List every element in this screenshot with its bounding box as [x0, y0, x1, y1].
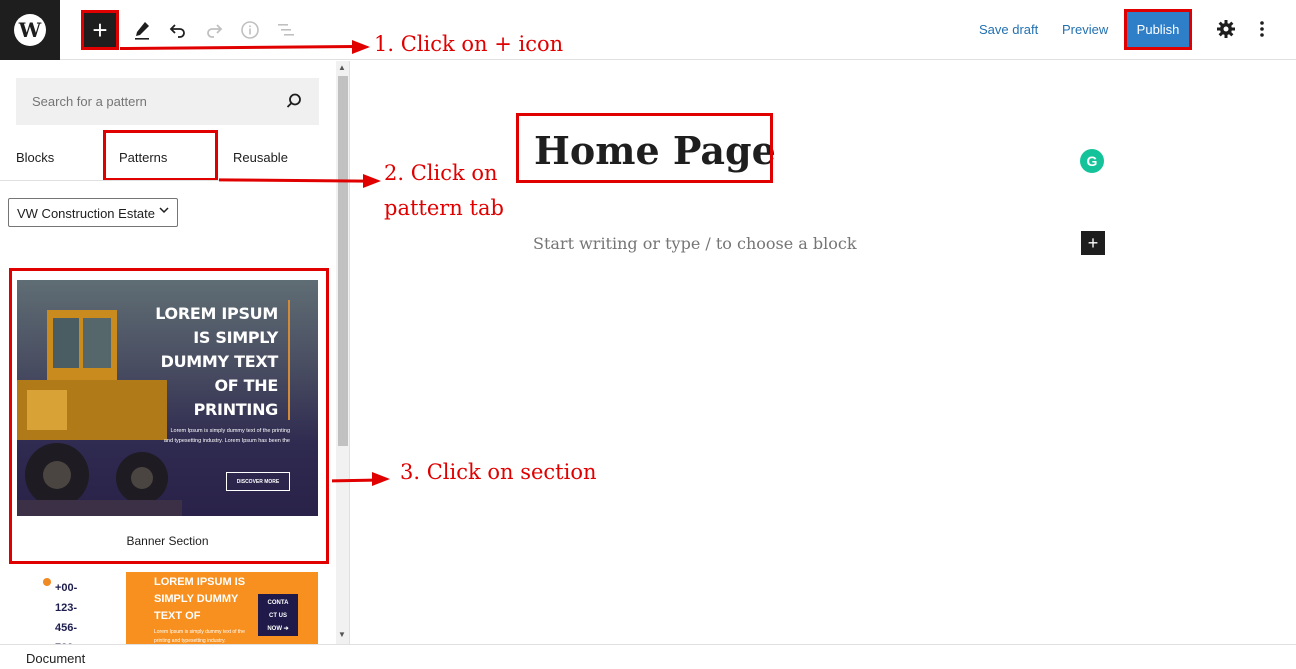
list-view-button[interactable]	[270, 14, 302, 46]
pencil-icon	[135, 22, 149, 40]
info-icon	[241, 21, 259, 39]
scroll-up-icon[interactable]: ▲	[338, 63, 346, 72]
contact-line: 456-	[55, 622, 78, 634]
wordpress-logo-icon: W	[14, 14, 46, 46]
arrow-head-icon	[352, 40, 370, 54]
arrow-head-icon	[363, 174, 381, 188]
undo-icon	[169, 24, 185, 38]
options-button[interactable]	[1250, 16, 1274, 42]
highlight-publish	[1124, 9, 1192, 50]
breadcrumb[interactable]: Document	[26, 651, 85, 666]
annotation-step-1: 1. Click on + icon	[374, 32, 564, 56]
search-icon[interactable]	[285, 92, 303, 110]
cta-heading-line: TEXT OF	[154, 610, 201, 622]
annotation-step-2-cont: pattern tab	[384, 196, 504, 220]
contact-box-line: CT US	[269, 613, 287, 619]
editor-footer: Document	[0, 644, 1296, 669]
wordpress-logo-button[interactable]: W	[0, 0, 60, 60]
contact-box-line: NOW ➔	[267, 626, 289, 632]
contact-line: +00-	[55, 582, 78, 594]
list-view-icon	[278, 24, 294, 36]
tab-blocks[interactable]: Blocks	[16, 150, 54, 165]
preview-button[interactable]: Preview	[1062, 22, 1108, 37]
arrow-head-icon	[372, 472, 390, 486]
highlight-inserter	[81, 10, 119, 50]
grammarly-icon[interactable]: G	[1080, 149, 1104, 173]
contact-box-line: CONTA	[267, 600, 289, 606]
tab-reusable[interactable]: Reusable	[233, 150, 288, 165]
pattern-cta-preview[interactable]: LOREM IPSUM IS SIMPLY DUMMY TEXT OF Lore…	[126, 572, 318, 644]
chevron-down-icon	[159, 205, 169, 218]
cta-heading-line: LOREM IPSUM IS	[154, 576, 246, 588]
annotation-step-3: 3. Click on section	[400, 460, 597, 484]
settings-button[interactable]	[1213, 16, 1239, 42]
kebab-icon	[1260, 21, 1264, 37]
cta-heading-line: SIMPLY DUMMY	[154, 593, 239, 605]
redo-button[interactable]	[198, 14, 230, 46]
editor-header: W + Save draft Preview Publish	[0, 0, 1296, 60]
undo-button[interactable]	[162, 14, 194, 46]
contact-line: 123-	[55, 602, 78, 614]
redo-icon	[207, 24, 223, 38]
pattern-search	[16, 78, 319, 125]
phone-icon	[43, 578, 51, 586]
highlight-title	[516, 113, 773, 183]
save-draft-button[interactable]: Save draft	[979, 22, 1038, 37]
block-placeholder[interactable]: Start writing or type / to choose a bloc…	[533, 234, 857, 253]
add-block-button[interactable]: +	[1081, 231, 1105, 255]
highlight-banner-section	[9, 268, 329, 564]
search-input[interactable]	[32, 78, 282, 125]
annotation-step-2: 2. Click on	[384, 161, 498, 185]
cta-subtext: Lorem Ipsum is simply dummy text of the …	[154, 629, 245, 644]
cta-heading: LOREM IPSUM IS SIMPLY DUMMY TEXT OF	[154, 574, 254, 625]
pattern-category-value: VW Construction Estate	[17, 206, 155, 221]
scroll-down-icon[interactable]: ▼	[338, 630, 346, 639]
editor-canvas	[351, 61, 1296, 644]
contact-us-box: CONTA CT US NOW ➔	[258, 594, 298, 636]
gear-icon	[1217, 20, 1235, 38]
scrollbar-thumb[interactable]	[338, 76, 348, 446]
tools-button[interactable]	[126, 14, 158, 46]
details-button[interactable]	[234, 14, 266, 46]
highlight-patterns-tab	[103, 130, 218, 181]
pattern-category-select[interactable]: VW Construction Estate	[8, 198, 178, 227]
